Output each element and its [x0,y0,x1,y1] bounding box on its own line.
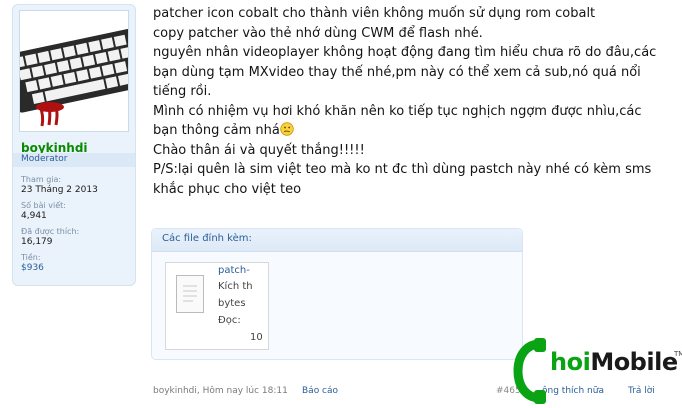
message-line: patcher icon cobalt cho thành viên không… [153,6,596,21]
post-author-time[interactable]: boykinhdi, Hôm nay lúc 18:11 [153,386,288,396]
stat-value-money[interactable]: $936 [21,263,44,273]
stat-label-joined: Tham gia: [21,175,62,184]
keyboard-avatar-image [20,11,128,131]
trademark-mark: TM [674,350,682,358]
message-line: bạn dùng tạm MXvideo thay thế nhé,pm này… [153,64,641,80]
user-info-panel: boykinhdi Moderator Tham gia: 23 Tháng 2… [12,4,136,286]
attachment-file-name[interactable]: patch- [218,265,250,276]
stat-value-likes: 16,179 [21,237,53,247]
message-line: nguyên nhân videoplayer không hoạt động … [153,45,657,60]
stat-label-money: Tiền: [21,253,41,262]
message-line: Mình có nhiệm vụ hơi khó khăn nên ko tiế… [153,103,642,119]
phone-logo-icon [513,338,546,404]
stat-label-posts: Số bài viết: [21,201,66,210]
stat-label-likes: Đã được thích: [21,227,80,236]
message-line: P/S:lại quên là sim việt teo mà ko nt đc… [153,162,652,177]
message-line: Chào thân ái và quyết thắng!!!!! [153,142,365,158]
file-icon [176,275,204,313]
user-role: Moderator [21,154,68,164]
avatar[interactable] [19,10,129,132]
message-line: tiếng rồi. [153,84,212,99]
stat-value-joined: 23 Tháng 2 2013 [21,185,98,195]
stat-value-posts[interactable]: 4,941 [21,211,47,221]
attachment-size-value: bytes [218,298,246,309]
watermark-text: hoiMobile [550,348,678,376]
message-line: khắc phục cho việt teo [153,181,302,197]
attachments-header: Các file đính kèm: [152,229,522,252]
attachments-title: Các file đính kèm: [162,233,252,244]
attachment-views-label: Đọc: [218,315,241,326]
message-line: copy patcher vào thẻ nhớ dùng CWM để fla… [153,25,483,41]
attachments-box: Các file đính kèm: patch- Kích th bytes … [151,228,523,360]
message-line-with-smiley: bạn thông cảm nhá [153,121,673,141]
post-message: patcher icon cobalt cho thành viên không… [153,4,673,199]
message-line: bạn thông cảm nhá [153,123,280,138]
attachment-views-value: 10 [250,332,263,343]
confused-smiley-icon [280,122,294,136]
chomobile-watermark: hoiMobile TM [512,338,682,404]
report-link[interactable]: Báo cáo [302,386,338,396]
attachment-size-label: Kích th [218,281,253,292]
